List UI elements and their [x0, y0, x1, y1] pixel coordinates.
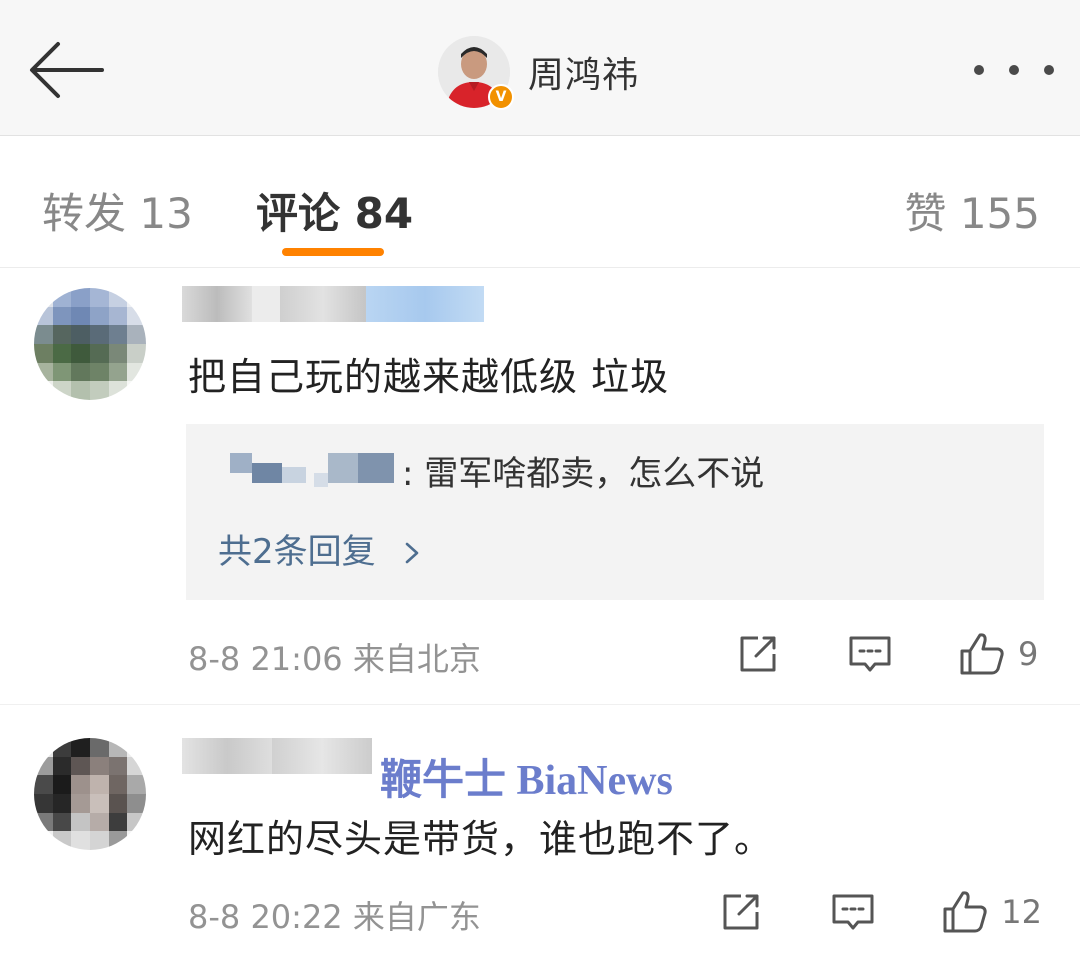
comment-divider	[0, 704, 1080, 705]
thumbs-up-icon	[960, 633, 1004, 675]
like-button[interactable]	[941, 888, 989, 936]
reply-button[interactable]	[846, 630, 894, 678]
view-replies-link[interactable]: 共2条回复	[218, 524, 420, 573]
more-dots-icon	[974, 65, 984, 75]
tab-bar: 转发 13 评论 84 赞 155	[0, 136, 1080, 268]
comment-meta: 8-8 20:22 来自广东	[188, 898, 481, 936]
view-replies-label: 共2条回复	[218, 532, 376, 572]
comment-item: 把自己玩的越来越低级 垃圾 : 雷军啥都卖，怎么不说 共2条回复 8-8 21:…	[0, 268, 1080, 704]
share-button[interactable]	[734, 630, 782, 678]
comment-actions: 9	[734, 628, 1042, 680]
commenter-avatar[interactable]	[34, 288, 146, 400]
tab-comments[interactable]: 评论 84	[256, 180, 413, 241]
avatar[interactable]: V	[438, 36, 514, 110]
reply-text: : 雷军啥都卖，怎么不说	[402, 453, 765, 494]
commenter-name-blurred[interactable]	[182, 282, 484, 326]
comment-text: 网红的尽头是带货，谁也跑不了。	[188, 817, 774, 861]
reply-author-blurred[interactable]	[216, 449, 398, 491]
commenter-name-blurred[interactable]	[182, 734, 372, 778]
comment-item: 鞭牛士 BiaNews 网红的尽头是带货，谁也跑不了。 8-8 20:22 来自…	[0, 704, 1080, 964]
share-icon	[723, 894, 759, 930]
more-options-button[interactable]	[974, 52, 1054, 88]
tab-likes[interactable]: 赞 155	[904, 180, 1040, 241]
watermark: 鞭牛士 BiaNews	[380, 758, 673, 804]
comment-meta: 8-8 21:06 来自北京	[188, 640, 481, 678]
commenter-avatar[interactable]	[34, 738, 146, 850]
comment-icon	[849, 636, 891, 672]
like-button[interactable]	[958, 630, 1006, 678]
tab-reposts[interactable]: 转发 13	[42, 180, 193, 241]
thumbs-up-icon	[943, 891, 987, 933]
reply-button[interactable]	[829, 888, 877, 936]
arrow-left-icon	[30, 42, 104, 98]
like-count: 9	[1018, 635, 1039, 673]
page-title: 周鸿祎	[528, 55, 640, 96]
profile-header[interactable]: V 周鸿祎	[438, 36, 640, 110]
like-count: 12	[1001, 893, 1042, 931]
top-bar: V 周鸿祎	[0, 0, 1080, 136]
reply-preview[interactable]: : 雷军啥都卖，怎么不说 共2条回复	[186, 424, 1044, 600]
share-icon	[740, 636, 776, 672]
comment-icon	[832, 894, 874, 930]
active-tab-indicator	[282, 248, 384, 256]
share-button[interactable]	[717, 888, 765, 936]
verified-badge-icon: V	[488, 84, 514, 110]
chevron-right-icon	[394, 532, 421, 572]
back-button[interactable]	[24, 36, 108, 104]
comment-actions: 12	[717, 886, 1042, 938]
comment-text: 把自己玩的越来越低级 垃圾	[188, 355, 670, 399]
